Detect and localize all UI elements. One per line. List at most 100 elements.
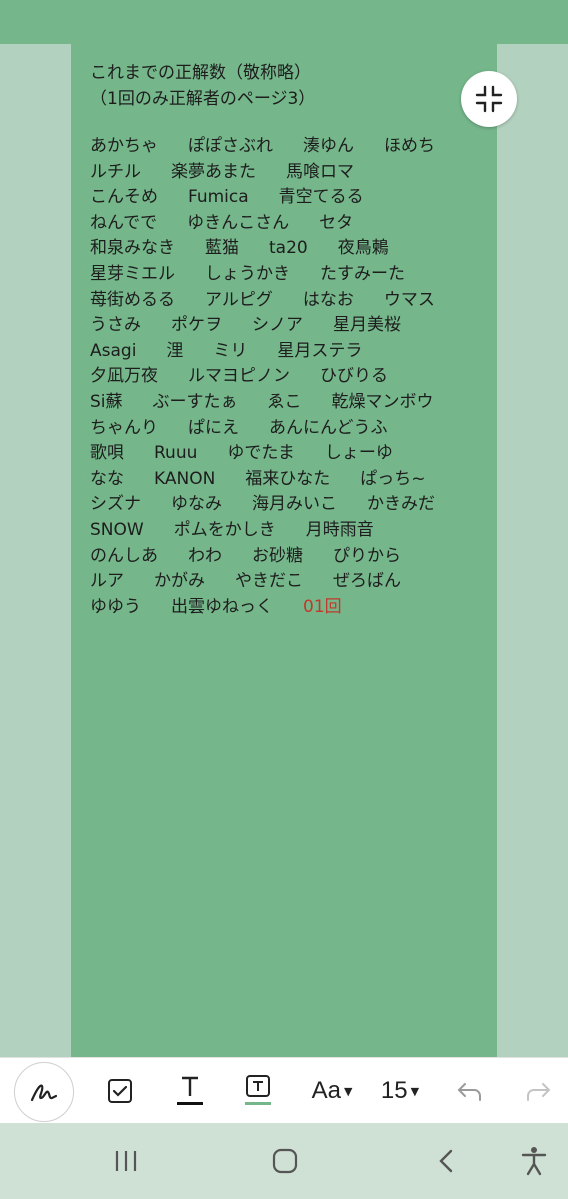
undo-icon <box>457 1083 481 1101</box>
participant-name: お砂糖 <box>252 545 303 566</box>
participant-name: ぽぽさぶれ <box>188 136 273 156</box>
participant-name: 乾燥マンボウ <box>331 391 434 412</box>
participant-name: こんそめ <box>90 187 158 208</box>
accessibility-icon <box>521 1147 547 1176</box>
name-row: ちゃんり ぱにえ あんにんどうふ <box>90 416 490 442</box>
participant-name: ぱっち~ <box>360 468 426 489</box>
recent-apps-button[interactable] <box>106 1123 146 1199</box>
name-row: ルア かがみ やきだこ ぜろばん <box>90 569 490 595</box>
participant-name: 夜鳥鶫 <box>337 238 389 259</box>
participant-name: やきだこ <box>235 571 303 592</box>
note-page[interactable]: これまでの正解数（敬称略） （1回のみ正解者のページ3） あかちゃ ぽぽさぶれ 湊ゆ… <box>71 44 497 1057</box>
participant-name: 福来ひなた <box>245 468 331 489</box>
participant-name: ぱにえ <box>188 417 239 438</box>
dropdown-caret-icon: ▼ <box>343 1084 353 1098</box>
text-color-icon <box>177 1076 203 1105</box>
participant-name: 和泉みなき <box>90 238 175 259</box>
back-button[interactable] <box>426 1123 466 1199</box>
name-row: のんしあ わわ お砂糖 ぴりから <box>90 544 490 570</box>
participant-name: はなお <box>302 289 354 310</box>
font-size-value: 15 <box>380 1077 408 1104</box>
redo-button[interactable] <box>520 1058 556 1124</box>
note-title-line1: これまでの正解数（敬称略） <box>90 63 311 83</box>
note-title-line2: （1回のみ正解者のページ3） <box>90 89 316 109</box>
text-highlight-button[interactable] <box>238 1058 278 1124</box>
name-row: 苺街めるる アルピグ はなお ウマス <box>90 288 490 314</box>
participant-name: ルア <box>90 571 124 592</box>
participant-name: ぜろばん <box>333 571 401 592</box>
participant-name: KANON <box>154 468 216 489</box>
participant-name: たすみーた <box>320 263 405 284</box>
right-margin <box>497 44 568 1057</box>
minimize-icon <box>475 85 503 113</box>
participant-name: シズナ <box>90 494 141 515</box>
participant-name: 湊ゆん <box>303 136 354 156</box>
home-icon <box>272 1148 298 1174</box>
home-button[interactable] <box>265 1123 305 1199</box>
participant-name: 出雲ゆねっく <box>171 596 273 617</box>
participant-name: ちゃんり <box>90 417 158 438</box>
participant-name: かがみ <box>154 571 205 592</box>
participant-name: ひびりる <box>320 366 388 387</box>
text-color-button[interactable] <box>170 1058 210 1124</box>
name-row: 夕凪万夜 ルマヨピノン ひびりる <box>90 364 490 390</box>
minimize-button[interactable] <box>461 71 517 127</box>
participant-name: シノア <box>252 315 303 336</box>
recent-apps-icon <box>115 1151 137 1171</box>
pen-icon <box>30 1084 58 1102</box>
participant-name: ゆきんこさん <box>187 212 290 233</box>
participant-name: ta20 <box>269 238 308 259</box>
participant-name: ゆでたま <box>227 443 295 464</box>
participant-name: ポムをかしき <box>173 519 276 540</box>
redo-icon <box>527 1083 551 1101</box>
name-row: Asagi 浬 ミリ 星月ステラ <box>90 339 490 365</box>
participant-name: ぶーすたぁ <box>152 391 238 412</box>
participant-name: ねんでで <box>90 212 158 233</box>
checkbox-button[interactable] <box>100 1058 140 1124</box>
back-icon <box>439 1149 453 1173</box>
name-row: シズナ ゆなみ 海月みいこ かきみだ <box>90 492 490 518</box>
pen-button[interactable] <box>14 1062 74 1122</box>
participant-name: セタ <box>319 212 354 233</box>
participant-name: ウマス <box>383 289 435 310</box>
name-row: なな KANON 福来ひなた ぱっち~ <box>90 467 490 493</box>
participant-name: ルマヨピノン <box>188 366 290 387</box>
participant-name: ゑこ <box>267 391 302 412</box>
font-style-dropdown[interactable]: Aa ▼ <box>302 1058 362 1124</box>
participant-name: Asagi <box>90 340 137 361</box>
participant-name: あかちゃ <box>90 136 158 156</box>
participant-name: Ruuu <box>154 443 198 464</box>
accessibility-button[interactable] <box>514 1123 554 1199</box>
names-list: あかちゃ ぽぽさぶれ 湊ゆん ほめち ルチル 楽夢あまた 馬喰ロマ こんそめ Fumica 青空て… <box>90 134 490 620</box>
participant-name: 星芽ミエル <box>90 263 175 284</box>
participant-name: 楽夢あまた <box>171 161 256 182</box>
participant-name: 藍猫 <box>205 238 239 259</box>
participant-name: わわ <box>188 545 222 566</box>
name-row: うさみ ポケヲ シノア 星月美桜 <box>90 313 490 339</box>
participant-name: あんにんどうふ <box>269 417 388 438</box>
name-row: ゆゆう 出雲ゆねっく 01回 <box>90 595 490 621</box>
participant-name: Fumica <box>188 187 249 208</box>
undo-button[interactable] <box>452 1058 488 1124</box>
participant-name: アルピグ <box>205 289 273 310</box>
correct-count-label: 01回 <box>303 596 342 617</box>
participant-name: 夕凪万夜 <box>90 366 158 387</box>
text-highlight-icon <box>245 1075 271 1105</box>
checkbox-icon <box>108 1079 132 1103</box>
participant-name: Si蘇 <box>90 391 123 412</box>
participant-name: ほめち <box>384 136 435 156</box>
name-row: あかちゃ ぽぽさぶれ 湊ゆん ほめち <box>90 134 490 160</box>
participant-name: しょーゆ <box>324 443 393 464</box>
name-row: こんそめ Fumica 青空てるる <box>90 185 490 211</box>
participant-name: 馬喰ロマ <box>286 161 354 182</box>
font-style-label: Aa <box>311 1077 341 1104</box>
participant-name: 苺街めるる <box>90 289 175 310</box>
font-size-dropdown[interactable]: 15 ▼ <box>372 1058 428 1124</box>
participant-name: かきみだ <box>367 494 435 515</box>
participant-name: ルチル <box>90 161 141 182</box>
participant-name: 海月みいこ <box>252 494 337 515</box>
system-nav-bar <box>0 1123 568 1199</box>
participant-name: ぴりから <box>333 545 401 566</box>
name-row: SNOW ポムをかしき 月時雨音 <box>90 518 490 544</box>
participant-name: 星月美桜 <box>333 315 401 336</box>
